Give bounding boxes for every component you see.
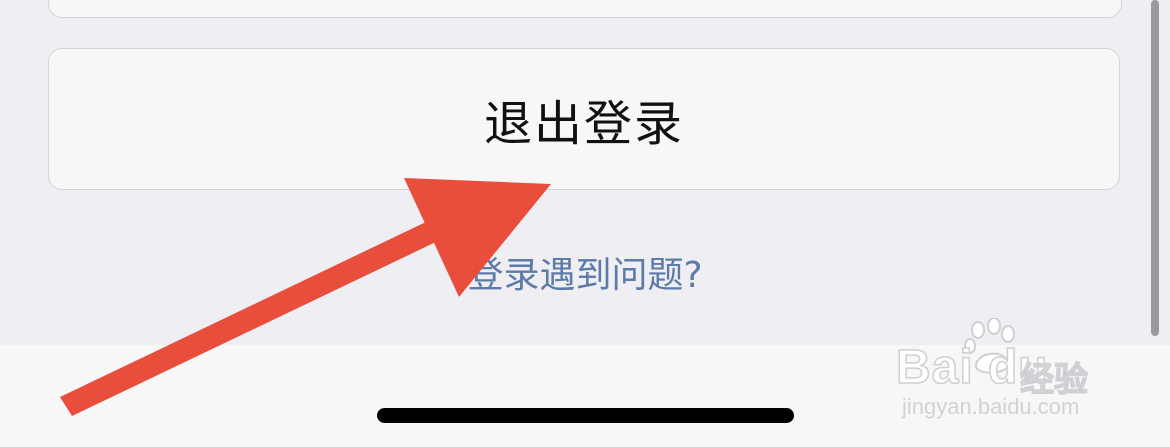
bottom-bar [0,345,1170,447]
settings-card-top[interactable] [48,0,1122,18]
logout-button[interactable]: 退出登录 [48,48,1120,190]
logout-label: 退出登录 [483,96,684,152]
home-indicator[interactable] [377,408,794,423]
scrollbar[interactable] [1151,0,1159,336]
login-help-link[interactable]: 登录遇到问题? [0,246,1170,298]
